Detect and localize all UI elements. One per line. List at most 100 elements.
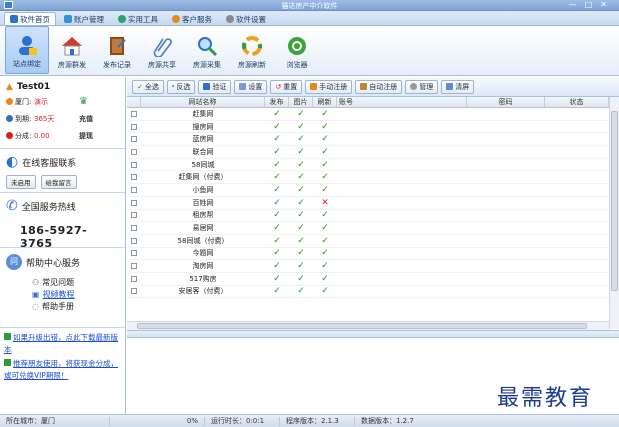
password-cell[interactable] xyxy=(467,260,545,272)
refresh-cell[interactable]: ✓ xyxy=(313,260,337,272)
vertical-scroll-thumb[interactable] xyxy=(611,111,618,291)
publish-cell[interactable]: ✓ xyxy=(265,159,289,171)
table-row[interactable]: 安居客（付费） ✓ ✓ ✓ xyxy=(127,286,609,299)
publish-cell[interactable]: ✓ xyxy=(265,222,289,234)
row-checkbox[interactable] xyxy=(131,212,137,219)
mass-post-button[interactable]: 房源群发 xyxy=(50,26,94,74)
publish-cell[interactable]: ✓ xyxy=(265,197,289,209)
row-checkbox[interactable] xyxy=(131,136,137,143)
row-checkbox[interactable] xyxy=(131,225,137,232)
password-cell[interactable] xyxy=(467,222,545,234)
table-row[interactable]: 517购房 ✓ ✓ ✓ xyxy=(127,273,609,286)
account-cell[interactable] xyxy=(337,286,467,298)
close-button[interactable]: ✕ xyxy=(600,1,607,9)
image-cell[interactable]: ✓ xyxy=(289,222,313,234)
publish-cell[interactable]: ✓ xyxy=(265,235,289,247)
browser-button[interactable]: 浏览器 xyxy=(275,26,319,74)
tab-tools[interactable]: 实用工具 xyxy=(112,12,164,25)
refresh-cell[interactable]: ✓ xyxy=(313,159,337,171)
account-cell[interactable] xyxy=(337,273,467,285)
table-row[interactable]: 租房帮 ✓ ✓ ✓ xyxy=(127,210,609,223)
image-cell[interactable]: ✓ xyxy=(289,260,313,272)
password-cell[interactable] xyxy=(467,133,545,145)
refresh-cell[interactable]: ✓ xyxy=(313,222,337,234)
account-cell[interactable] xyxy=(337,184,467,196)
row-checkbox[interactable] xyxy=(131,199,137,206)
refresh-cell[interactable]: ✓ xyxy=(313,273,337,285)
faq-item[interactable]: ⚇ 常见问题 xyxy=(32,276,119,288)
reset-button[interactable]: ↺ 重置 xyxy=(270,79,303,94)
account-cell[interactable] xyxy=(337,108,467,120)
image-cell[interactable]: ✓ xyxy=(289,273,313,285)
table-row[interactable]: 搜房网 ✓ ✓ ✓ xyxy=(127,121,609,134)
account-cell[interactable] xyxy=(337,121,467,133)
image-cell[interactable]: ✓ xyxy=(289,159,313,171)
image-cell[interactable]: ✓ xyxy=(289,121,313,133)
publish-cell[interactable]: ✓ xyxy=(265,210,289,222)
password-cell[interactable] xyxy=(467,197,545,209)
panel-splitter[interactable] xyxy=(127,330,619,338)
password-cell[interactable] xyxy=(467,286,545,298)
image-cell[interactable]: ✓ xyxy=(289,108,313,120)
clear-screen-button[interactable]: 清屏 xyxy=(441,79,475,94)
table-row[interactable]: 58同城 ✓ ✓ ✓ xyxy=(127,159,609,172)
publish-cell[interactable]: ✓ xyxy=(265,108,289,120)
password-cell[interactable] xyxy=(467,235,545,247)
recharge-link[interactable]: 充值 xyxy=(79,114,93,124)
header-select[interactable] xyxy=(127,97,141,107)
row-checkbox[interactable] xyxy=(131,288,137,295)
header-image[interactable]: 图片 xyxy=(289,97,313,107)
refresh-button[interactable]: 房源刷新 xyxy=(230,26,274,74)
table-row[interactable]: 今题网 ✓ ✓ ✓ xyxy=(127,248,609,261)
withdraw-link[interactable]: 提现 xyxy=(79,131,93,141)
refresh-cell[interactable]: ✕ xyxy=(313,197,337,209)
image-cell[interactable]: ✓ xyxy=(289,171,313,183)
row-checkbox[interactable] xyxy=(131,186,137,193)
refresh-cell[interactable]: ✓ xyxy=(313,146,337,158)
image-cell[interactable]: ✓ xyxy=(289,184,313,196)
table-row[interactable]: 易居网 ✓ ✓ ✓ xyxy=(127,222,609,235)
refresh-cell[interactable]: ✓ xyxy=(313,121,337,133)
settings-button[interactable]: 设置 xyxy=(234,79,268,94)
row-checkbox[interactable] xyxy=(131,110,137,117)
row-checkbox[interactable] xyxy=(131,275,137,282)
referral-link[interactable]: 推荐朋友使用，将获现金分成，或可兑换VIP期限！ xyxy=(4,358,121,382)
publish-cell[interactable]: ✓ xyxy=(265,248,289,260)
password-cell[interactable] xyxy=(467,159,545,171)
account-cell[interactable] xyxy=(337,222,467,234)
image-cell[interactable]: ✓ xyxy=(289,248,313,260)
minimize-button[interactable]: — xyxy=(569,1,577,9)
refresh-cell[interactable]: ✓ xyxy=(313,184,337,196)
password-cell[interactable] xyxy=(467,273,545,285)
row-checkbox[interactable] xyxy=(131,237,137,244)
table-row[interactable]: 赶集网（付费） ✓ ✓ ✓ xyxy=(127,171,609,185)
table-row[interactable]: 百姓网 ✓ ✓ ✕ xyxy=(127,197,609,210)
site-binding-button[interactable]: 站点绑定 xyxy=(5,26,49,74)
table-row[interactable]: 联合网 ✓ ✓ ✓ xyxy=(127,146,609,159)
tab-service[interactable]: 客户服务 xyxy=(166,12,218,25)
manage-button[interactable]: 管理 xyxy=(405,79,439,94)
image-cell[interactable]: ✓ xyxy=(289,133,313,145)
manual-register-button[interactable]: 手动注册 xyxy=(305,79,353,94)
tab-home[interactable]: 软件首页 xyxy=(4,12,56,25)
account-cell[interactable] xyxy=(337,146,467,158)
image-cell[interactable]: ✓ xyxy=(289,146,313,158)
vertical-scrollbar[interactable] xyxy=(609,97,619,329)
horizontal-scroll-thumb[interactable] xyxy=(137,323,587,329)
refresh-cell[interactable]: ✓ xyxy=(313,108,337,120)
account-cell[interactable] xyxy=(337,260,467,272)
row-checkbox[interactable] xyxy=(131,148,137,155)
account-cell[interactable] xyxy=(337,210,467,222)
publish-cell[interactable]: ✓ xyxy=(265,171,289,183)
account-cell[interactable] xyxy=(337,159,467,171)
header-account[interactable]: 账号 xyxy=(337,97,467,107)
table-row[interactable]: 58同城（付费） ✓ ✓ ✓ xyxy=(127,235,609,248)
account-cell[interactable] xyxy=(337,197,467,209)
password-cell[interactable] xyxy=(467,184,545,196)
table-row[interactable]: 淘房网 ✓ ✓ ✓ xyxy=(127,260,609,273)
video-tutorial-item[interactable]: ▣ 视频教程 xyxy=(32,288,119,300)
row-checkbox[interactable] xyxy=(131,174,137,181)
publish-cell[interactable]: ✓ xyxy=(265,184,289,196)
account-cell[interactable] xyxy=(337,248,467,260)
row-checkbox[interactable] xyxy=(131,263,137,270)
